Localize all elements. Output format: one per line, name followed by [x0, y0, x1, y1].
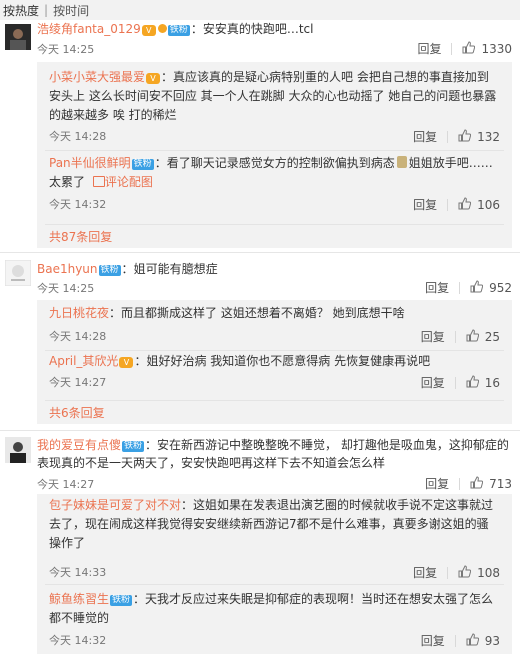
reply-divider [45, 150, 504, 151]
reply-divider [45, 350, 504, 351]
reply-1: 小菜小菜大强最爱 V ：真应该真的是疑心病特别重的人吧 会把自己想的事直接加到安头上… [49, 70, 500, 145]
image-icon [92, 176, 105, 187]
like-icon[interactable] [466, 328, 479, 345]
reply-text: 看了聊天记录感觉女方的控制欲偏执到病态 [166, 156, 395, 170]
sort-separator: | [44, 3, 49, 17]
like-count: 1330 [481, 41, 512, 56]
reply-username[interactable]: 九日桃花夜 [49, 306, 109, 320]
more-replies-link[interactable]: 共6条回复 [49, 404, 105, 421]
like-icon[interactable] [470, 279, 484, 296]
like-icon[interactable] [458, 196, 472, 213]
reply-text: 姐好好治病 我知道你也不愿意得病 先恢复健康再说吧 [146, 354, 431, 368]
avatar[interactable] [5, 24, 31, 50]
reply-text: 而且都撕成这样了 这姐还想着不离婚？ 她到底想干啥 [121, 306, 405, 320]
reply-2: 鲸鱼练習生 铁粉 ：天我才反应过来失眠是抑郁症的表现啊！当时还在想安太强了怎么都不睡… [49, 592, 500, 649]
comment-text: 安安真的快跑吧…tcl [202, 22, 314, 36]
reply-1: 包子妹妹是可爱了对不对：这姐如果在发表退出演艺圈的时候就收手说不定这事就过去了，… [49, 498, 500, 581]
reply-button[interactable]: 回复 [421, 328, 445, 345]
fan-badge: 铁粉 [131, 159, 154, 170]
divider [447, 198, 449, 211]
fan-badge: 铁粉 [98, 265, 121, 276]
reply-username[interactable]: 包子妹妹是可爱了对不对 [49, 498, 181, 512]
like-icon[interactable] [462, 40, 476, 57]
like-icon[interactable] [466, 632, 479, 649]
emoji-icon [396, 156, 407, 168]
reply-time: 今天 14:33 [49, 566, 107, 579]
reply-time: 今天 14:32 [49, 634, 107, 647]
reply-button[interactable]: 回复 [413, 564, 437, 581]
reply-button[interactable]: 回复 [425, 475, 449, 492]
divider [454, 330, 456, 343]
reply-1: 九日桃花夜：而且都撕成这样了 这姐还想着不离婚？ 她到底想干啥 今天 14:28… [49, 306, 500, 345]
comment-1: 浩绫角fanta_0129 V 铁粉 ：安安真的快跑吧…tcl 今天 14:25 回复… [0, 20, 520, 253]
comment-image-link[interactable]: 评论配图 [105, 175, 153, 189]
like-count: 713 [489, 476, 512, 491]
reply-username[interactable]: 小菜小菜大强最爱 [49, 70, 145, 84]
more-replies-link[interactable]: 共87条回复 [49, 228, 112, 245]
comment-time: 今天 14:25 [37, 282, 95, 295]
reply-button[interactable]: 回复 [421, 632, 445, 649]
like-count: 16 [484, 375, 500, 390]
divider [454, 634, 456, 647]
reply-divider [45, 584, 504, 585]
like-count: 108 [477, 565, 500, 580]
reply-divider [45, 400, 504, 401]
vip-icon: V [119, 357, 134, 368]
reply-2: Pan半仙很鲜明 铁粉 ：看了聊天记录感觉女方的控制欲偏执到病态 姐姐放手吧……太累了… [49, 156, 500, 213]
reply-time: 今天 14:32 [49, 198, 107, 211]
divider [459, 281, 461, 294]
like-count: 952 [489, 280, 512, 295]
like-icon[interactable] [458, 564, 472, 581]
fan-badge: 铁粉 [122, 441, 145, 452]
divider [454, 376, 456, 389]
like-icon[interactable] [458, 128, 472, 145]
fan-badge: 铁粉 [167, 25, 190, 36]
vip-icon: V [141, 25, 156, 36]
fan-badge: 铁粉 [110, 595, 133, 606]
reply-username[interactable]: April_其欣光 [49, 354, 118, 368]
avatar[interactable] [5, 260, 31, 286]
reply-username[interactable]: 鲸鱼练習生 [49, 592, 109, 606]
reply-2: April_其欣光 V ：姐好好治病 我知道你也不愿意得病 先恢复健康再说吧 今天 … [49, 354, 500, 391]
comment-username[interactable]: Bae1hyun [37, 262, 98, 276]
reply-button[interactable]: 回复 [413, 196, 437, 213]
comment-username[interactable]: 浩绫角fanta_0129 [37, 22, 141, 36]
comment-3: 我的爱豆有点傻 铁粉 ：安在新西游记中整晚整晚不睡觉， 却打趣他是吸血鬼，这抑郁症的… [0, 430, 520, 654]
comment-time: 今天 14:25 [37, 43, 95, 56]
like-count: 93 [484, 633, 500, 648]
reply-time: 今天 14:27 [49, 376, 107, 389]
like-count: 106 [477, 197, 500, 212]
divider [451, 42, 453, 55]
reply-divider [45, 224, 504, 225]
like-count: 132 [477, 129, 500, 144]
crown-icon [157, 24, 167, 33]
vip-icon: V [146, 73, 161, 84]
reply-time: 今天 14:28 [49, 330, 107, 343]
reply-section: 小菜小菜大强最爱 V ：真应该真的是疑心病特别重的人吧 会把自己想的事直接加到安头上… [37, 62, 512, 248]
reply-username[interactable]: Pan半仙很鲜明 [49, 156, 131, 170]
divider [459, 477, 461, 490]
reply-button[interactable]: 回复 [421, 374, 445, 391]
like-icon[interactable] [466, 374, 479, 391]
reply-section: 九日桃花夜：而且都撕成这样了 这姐还想着不离婚？ 她到底想干啥 今天 14:28… [37, 300, 512, 424]
reply-section: 包子妹妹是可爱了对不对：这姐如果在发表退出演艺圈的时候就收手说不定这事就过去了，… [37, 494, 512, 654]
reply-button[interactable]: 回复 [413, 128, 437, 145]
avatar[interactable] [5, 437, 31, 463]
comment-2: Bae1hyun 铁粉 ：姐可能有臆想症 今天 14:25 回复 952 九日桃花夜… [0, 252, 520, 431]
divider [447, 130, 449, 143]
comment-time: 今天 14:27 [37, 478, 95, 491]
sort-by-hot[interactable]: 按热度 [3, 2, 39, 19]
reply-button[interactable]: 回复 [425, 279, 449, 296]
comment-username[interactable]: 我的爱豆有点傻 [37, 438, 121, 452]
comment-text: 姐可能有臆想症 [133, 262, 218, 276]
like-icon[interactable] [470, 475, 484, 492]
sort-bar: 按热度 | 按时间 [0, 0, 520, 20]
reply-button[interactable]: 回复 [417, 40, 441, 57]
sort-by-time[interactable]: 按时间 [53, 2, 89, 19]
like-count: 25 [484, 329, 500, 344]
reply-time: 今天 14:28 [49, 130, 107, 143]
divider [447, 566, 449, 579]
